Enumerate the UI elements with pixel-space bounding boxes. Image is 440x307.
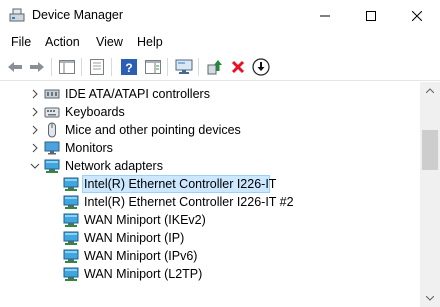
scan-hardware-icon — [175, 59, 193, 74]
back-arrow-icon — [8, 62, 22, 72]
minimize-button[interactable] — [302, 0, 348, 31]
tree-node-wan-ip[interactable]: WAN Miniport (IP) — [0, 229, 420, 247]
maximize-button[interactable] — [348, 0, 394, 31]
chevron-right-icon[interactable] — [30, 89, 40, 99]
tree-node-wan-ipv6[interactable]: WAN Miniport (IPv6) — [0, 247, 420, 265]
network-adapter-icon — [63, 267, 79, 281]
device-tree: IDE ATA/ATAPI controllers Keyboards Mice… — [0, 82, 420, 307]
back-button[interactable] — [5, 57, 25, 77]
network-adapter-icon — [44, 159, 60, 173]
chevron-right-icon[interactable] — [30, 143, 40, 153]
toolbar-separator — [51, 58, 52, 76]
help-button[interactable]: ? — [119, 57, 139, 77]
toolbar: ? — [0, 53, 440, 81]
properties-icon — [90, 59, 104, 75]
scroll-up-arrow-icon — [426, 88, 434, 93]
close-icon — [412, 10, 422, 21]
scroll-up-button[interactable] — [420, 82, 440, 99]
tree-node-label: Mice and other pointing devices — [65, 123, 241, 137]
tree-node-ide-controllers[interactable]: IDE ATA/ATAPI controllers — [0, 85, 420, 103]
scrollbar-thumb[interactable] — [422, 130, 438, 170]
tree-node-label: WAN Miniport (IPv6) — [84, 249, 198, 263]
tree-node-keyboards[interactable]: Keyboards — [0, 103, 420, 121]
update-driver-button[interactable] — [205, 57, 225, 77]
forward-button[interactable] — [27, 57, 47, 77]
menu-action[interactable]: Action — [45, 35, 80, 49]
tree-node-wan-l2tp[interactable]: WAN Miniport (L2TP) — [0, 265, 420, 283]
menu-bar: File Action View Help — [0, 31, 440, 53]
scan-hardware-button[interactable] — [174, 57, 194, 77]
tree-node-label: WAN Miniport (IKEv2) — [84, 213, 206, 227]
help-icon: ? — [121, 59, 137, 75]
network-adapter-icon — [63, 195, 79, 209]
uninstall-device-button[interactable] — [228, 57, 248, 77]
disable-device-button[interactable] — [251, 57, 271, 77]
tree-node-label: Network adapters — [65, 159, 163, 173]
menu-file[interactable]: File — [11, 35, 31, 49]
console-tree-icon — [59, 60, 75, 74]
tree-node-label: Monitors — [65, 141, 113, 155]
network-adapter-icon — [63, 249, 79, 263]
tree-node-monitors[interactable]: Monitors — [0, 139, 420, 157]
toolbar-separator — [198, 58, 199, 76]
action-pane-button[interactable] — [143, 57, 163, 77]
forward-arrow-icon — [30, 62, 44, 72]
title-bar: Device Manager — [0, 0, 440, 31]
tree-node-intel-ethernet-1[interactable]: Intel(R) Ethernet Controller I226-IT — [0, 175, 420, 193]
close-button[interactable] — [394, 0, 440, 31]
toolbar-separator — [81, 58, 82, 76]
mouse-icon — [48, 122, 56, 138]
minimize-icon — [320, 15, 330, 16]
chevron-right-icon[interactable] — [30, 125, 40, 135]
scroll-down-button[interactable] — [420, 290, 440, 307]
properties-button[interactable] — [87, 57, 107, 77]
menu-help[interactable]: Help — [137, 35, 163, 49]
scroll-down-arrow-icon — [426, 296, 434, 301]
network-adapter-icon — [63, 213, 79, 227]
window-title: Device Manager — [32, 8, 124, 22]
tree-node-mice[interactable]: Mice and other pointing devices — [0, 121, 420, 139]
uninstall-x-icon — [231, 60, 245, 74]
tree-node-label: Keyboards — [65, 105, 125, 119]
tree-node-label: WAN Miniport (IP) — [84, 231, 185, 245]
menu-view[interactable]: View — [96, 35, 123, 49]
ide-controller-icon — [44, 89, 60, 99]
network-adapter-icon — [63, 231, 79, 245]
tree-node-label: Intel(R) Ethernet Controller I226-IT — [84, 177, 277, 191]
tree-node-label: WAN Miniport (L2TP) — [84, 267, 203, 281]
tree-node-label: IDE ATA/ATAPI controllers — [65, 87, 210, 101]
toolbar-separator — [167, 58, 168, 76]
update-driver-icon — [207, 60, 222, 75]
network-adapter-icon — [63, 177, 79, 191]
tree-node-label: Intel(R) Ethernet Controller I226-IT #2 — [84, 195, 294, 209]
tree-node-intel-ethernet-2[interactable]: Intel(R) Ethernet Controller I226-IT #2 — [0, 193, 420, 211]
download-arrow-icon — [252, 58, 270, 76]
tree-node-network-adapters[interactable]: Network adapters — [0, 157, 420, 175]
monitor-icon — [44, 141, 60, 155]
tree-node-wan-ikev2[interactable]: WAN Miniport (IKEv2) — [0, 211, 420, 229]
toolbar-separator — [111, 58, 112, 76]
chevron-right-icon[interactable] — [30, 107, 40, 117]
keyboard-icon — [44, 107, 60, 118]
maximize-icon — [366, 10, 376, 21]
device-manager-icon — [9, 8, 25, 22]
action-pane-icon — [145, 60, 161, 74]
chevron-down-icon[interactable] — [30, 161, 40, 171]
svg-text:?: ? — [125, 61, 132, 75]
vertical-scrollbar[interactable] — [420, 82, 440, 307]
show-hide-tree-button[interactable] — [57, 57, 77, 77]
